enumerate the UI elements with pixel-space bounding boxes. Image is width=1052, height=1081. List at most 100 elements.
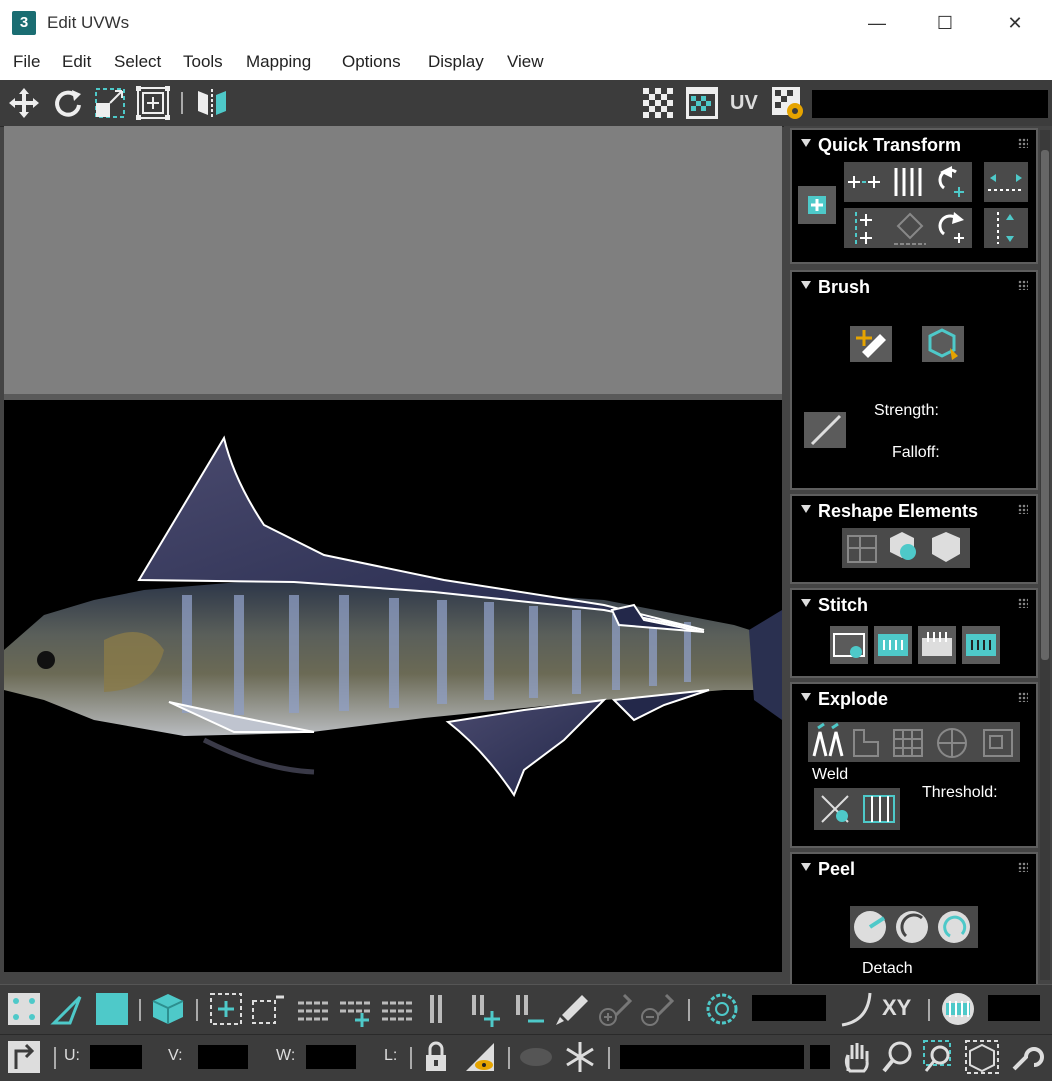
mirror-icon[interactable] [194,85,230,121]
loop-icon[interactable] [296,991,332,1027]
minimize-button[interactable]: — [854,0,900,46]
zoom-extents-icon[interactable] [964,1039,1000,1075]
rotate-icon[interactable] [50,85,86,121]
tile-dropdown[interactable] [812,90,1048,118]
settings-checker-icon[interactable] [770,85,806,121]
soft-select-value-field[interactable] [752,995,826,1021]
stitch-average-button[interactable] [918,626,956,664]
paint-relax-button[interactable] [922,326,964,362]
grid-cells-icon[interactable] [893,729,923,757]
freeform-icon[interactable] [135,85,171,121]
explode-title[interactable]: Explode [818,689,888,710]
xy-space-toggle[interactable]: XY [882,995,911,1021]
falloff-curve-icon[interactable] [838,991,874,1027]
move-icon[interactable] [6,85,42,121]
v-field[interactable] [198,1045,248,1069]
break-icon[interactable] [812,722,844,757]
relax-icon[interactable] [890,532,916,560]
pan-hand-icon[interactable] [838,1039,874,1075]
reshape-elements-title[interactable]: Reshape Elements [818,501,978,522]
transform-settings-button[interactable] [798,186,836,224]
menu-mapping[interactable]: Mapping [246,52,311,72]
ring-shrink-icon[interactable] [510,991,546,1027]
peel-mode-icon[interactable] [896,911,928,943]
menu-file[interactable]: File [13,52,40,72]
pack-icon[interactable] [983,729,1013,757]
texture-map-icon[interactable] [684,85,720,121]
sphere-checker-icon[interactable] [937,728,967,758]
hide-icon[interactable] [462,1039,498,1075]
menu-select[interactable]: Select [114,52,161,72]
space-horizontal-button[interactable] [984,162,1028,202]
shrink-selection-icon[interactable] [250,991,286,1027]
scrollbar-thumb[interactable] [1041,150,1049,660]
scale-icon[interactable] [92,85,128,121]
snap-icon[interactable] [1008,1039,1044,1075]
stitch-to-target-button[interactable] [874,626,912,664]
weld-all-icon[interactable] [863,795,895,823]
element-select-icon[interactable] [150,991,186,1027]
freeze-icon[interactable] [562,1039,598,1075]
flatten-icon[interactable] [853,729,879,757]
box-icon[interactable] [932,532,960,562]
stitch-icon [833,633,865,658]
checker-pattern-icon[interactable] [640,85,676,121]
quick-transform-title[interactable]: Quick Transform [818,135,961,156]
vertex-select-icon[interactable] [6,991,42,1027]
peel-rollout: Peel Detach [790,852,1038,988]
menu-display[interactable]: Display [428,52,484,72]
ring-icon[interactable] [424,991,460,1027]
zoom-region-icon[interactable] [922,1039,958,1075]
quick-peel-icon[interactable] [854,911,886,943]
stitch-value-field[interactable] [988,995,1040,1021]
collapse-arrow-icon[interactable] [801,863,811,871]
w-field[interactable] [306,1045,356,1069]
peel-title[interactable]: Peel [818,859,855,880]
eye-icon[interactable] [518,1039,554,1075]
edge-select-icon[interactable] [50,991,86,1027]
stitch-ring-icon[interactable] [940,991,976,1027]
menu-edit[interactable]: Edit [62,52,91,72]
stitch-custom-button[interactable] [830,626,868,664]
loop-grow-icon[interactable] [338,991,374,1027]
grow-selection-icon[interactable] [208,991,244,1027]
align-vertical-icon[interactable] [844,208,972,248]
paint-add-icon[interactable] [596,991,632,1027]
brush-falloff-button[interactable] [804,412,846,448]
straighten-icon[interactable] [847,535,877,563]
u-field[interactable] [90,1045,142,1069]
menu-tools[interactable]: Tools [183,52,223,72]
align-row-bottom [844,208,972,248]
menu-view[interactable]: View [507,52,544,72]
zoom-icon[interactable] [880,1039,916,1075]
maximize-button[interactable]: ☐ [922,0,968,46]
space-vertical-button[interactable] [984,208,1028,248]
uv-label[interactable]: UV [730,92,758,115]
paint-select-icon[interactable] [554,991,590,1027]
stitch-to-source-button[interactable] [962,626,1000,664]
reset-peel-icon[interactable] [938,911,970,943]
align-horizontal-icon[interactable] [844,162,972,202]
collapse-arrow-icon[interactable] [801,139,811,147]
brush-title[interactable]: Brush [818,277,870,298]
close-button[interactable]: ✕ [992,0,1038,46]
face-select-icon[interactable] [94,991,130,1027]
dropdown-arrow-icon[interactable] [810,1045,830,1069]
ring-grow-icon[interactable] [466,991,502,1027]
uv-viewport[interactable] [4,126,782,972]
menu-options[interactable]: Options [342,52,401,72]
pick-icon[interactable] [6,1039,42,1075]
weld-selected-icon[interactable] [821,795,849,823]
paint-remove-icon[interactable] [638,991,674,1027]
collapse-arrow-icon[interactable] [801,599,811,607]
paint-move-button[interactable] [850,326,892,362]
toolbar-separator [928,999,930,1021]
soft-select-icon[interactable] [704,991,740,1027]
collapse-arrow-icon[interactable] [801,281,811,289]
collapse-arrow-icon[interactable] [801,505,811,513]
lock-icon[interactable] [418,1039,454,1075]
loop-shrink-icon[interactable] [380,991,416,1027]
collapse-arrow-icon[interactable] [801,693,811,701]
stitch-title[interactable]: Stitch [818,595,868,616]
selection-set-dropdown[interactable] [620,1045,804,1069]
